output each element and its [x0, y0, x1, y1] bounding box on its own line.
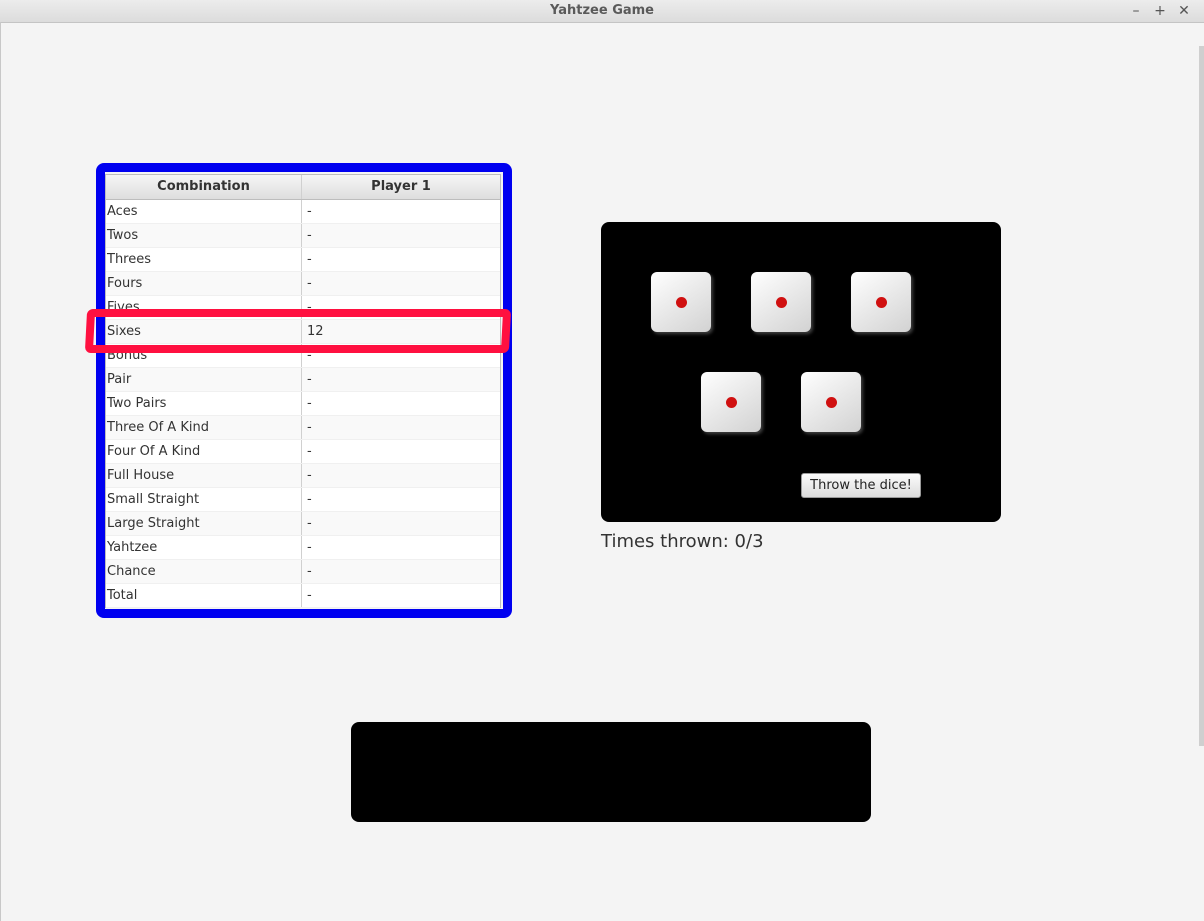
die-pip — [826, 397, 837, 408]
die-3[interactable] — [851, 272, 911, 332]
minimize-button[interactable]: – — [1127, 2, 1145, 20]
table-highlight-outline — [96, 163, 512, 618]
close-button[interactable]: ✕ — [1175, 2, 1193, 20]
row-highlight-outline — [84, 309, 512, 353]
die-pip — [676, 297, 687, 308]
die-1[interactable] — [651, 272, 711, 332]
die-pip — [726, 397, 737, 408]
dice-board: Throw the dice! — [601, 222, 1001, 522]
die-2[interactable] — [751, 272, 811, 332]
message-panel — [351, 722, 871, 822]
die-4[interactable] — [701, 372, 761, 432]
times-thrown-label: Times thrown: 0/3 — [601, 531, 764, 552]
window-edge — [1199, 46, 1204, 746]
die-pip — [776, 297, 787, 308]
window-titlebar: Yahtzee Game – + ✕ — [0, 0, 1204, 23]
window-title: Yahtzee Game — [550, 3, 654, 18]
die-5[interactable] — [801, 372, 861, 432]
throw-dice-button[interactable]: Throw the dice! — [801, 473, 921, 498]
die-pip — [876, 297, 887, 308]
window-border — [0, 22, 1, 921]
maximize-button[interactable]: + — [1151, 2, 1169, 20]
